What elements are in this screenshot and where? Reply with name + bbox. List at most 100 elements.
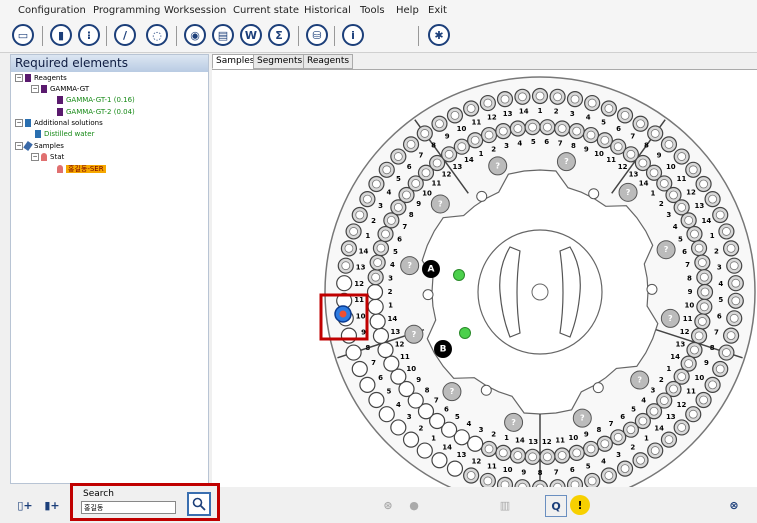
tree-node-gamma-gt-2[interactable]: GAMMA-GT-2 (0.04): [57, 108, 135, 117]
inner-tube-position[interactable]: [377, 341, 394, 359]
collapse-icon[interactable]: −: [15, 142, 23, 150]
outer-position-number: 3: [378, 202, 383, 210]
outer-position-number: 13: [695, 202, 705, 210]
outer-position-number: 14: [702, 217, 712, 225]
collapse-icon[interactable]: −: [31, 153, 39, 161]
sample-rack-icon[interactable]: ⁝: [78, 24, 100, 46]
menu-programming[interactable]: Programming: [93, 5, 160, 16]
rotor-reset-icon[interactable]: ⊛: [378, 495, 398, 515]
outer-position-number: 6: [407, 163, 412, 171]
outer-position-number: 13: [356, 264, 366, 272]
collapse-icon[interactable]: −: [15, 119, 23, 127]
outer-tube-position[interactable]: [340, 327, 358, 344]
collapse-icon[interactable]: −: [15, 74, 23, 82]
collapse-icon[interactable]: −: [31, 85, 39, 93]
search-icon[interactable]: [187, 492, 211, 516]
outer-position-number: 2: [630, 443, 635, 451]
inner-tube-position[interactable]: [372, 327, 390, 344]
rotor-icon[interactable]: ◌: [146, 24, 168, 46]
reagent-bottle-icon[interactable]: ▮: [50, 24, 72, 46]
tree-node-samples[interactable]: − Samples: [15, 141, 64, 151]
menu-help[interactable]: Help: [396, 5, 419, 16]
add-reagent-icon[interactable]: ▯+: [15, 495, 35, 515]
tube-cap: [604, 471, 614, 480]
outer-tube-position[interactable]: [345, 344, 362, 361]
tube-cap: [690, 345, 699, 355]
outer-position-number: 11: [677, 175, 687, 183]
menu-tools[interactable]: Tools: [360, 5, 385, 16]
inner-position-number: 14: [515, 437, 525, 445]
outer-tube-position[interactable]: [351, 360, 368, 378]
add-solution-icon[interactable]: ▮+: [42, 495, 62, 515]
outer-tube-position[interactable]: [390, 419, 407, 436]
tab-segments[interactable]: Segments: [253, 54, 307, 69]
marker-b-label: B: [440, 345, 447, 355]
info-icon[interactable]: i: [342, 24, 364, 46]
inner-position-number: 4: [390, 261, 395, 269]
inner-position-number: 5: [631, 405, 636, 413]
outer-position-number: 11: [686, 388, 696, 396]
outer-tube-position[interactable]: [378, 406, 395, 423]
w-results-icon[interactable]: W: [240, 24, 262, 46]
inner-position-number: 1: [504, 434, 509, 442]
inner-position-number: 12: [680, 328, 690, 336]
tube-cap: [483, 98, 493, 108]
rotor-dot: [588, 188, 600, 200]
inner-tube-position[interactable]: [366, 283, 384, 301]
menu-exit[interactable]: Exit: [428, 5, 447, 16]
tube-cap: [570, 94, 580, 104]
outer-tube-position[interactable]: [336, 275, 353, 292]
calibration-icon[interactable]: /: [114, 24, 136, 46]
star-icon[interactable]: ✱: [428, 24, 450, 46]
outer-tube-position[interactable]: [359, 376, 376, 393]
tube-cap: [444, 149, 454, 159]
barcode-icon[interactable]: ▥: [495, 495, 515, 515]
outer-position-number: 10: [503, 466, 513, 474]
tree-node-stat[interactable]: − Stat: [31, 153, 64, 162]
sigma-icon[interactable]: Σ: [268, 24, 290, 46]
outer-tube-position[interactable]: [402, 431, 420, 448]
tree-node-additional-solutions[interactable]: − Additional solutions: [15, 119, 103, 128]
inner-position-number: 8: [425, 387, 430, 395]
outer-tube-position[interactable]: [368, 391, 385, 409]
tree-node-distilled-water[interactable]: Distilled water: [35, 130, 94, 139]
tube-cap: [587, 98, 597, 108]
report-icon[interactable]: ▤: [212, 24, 234, 46]
tube-cap: [684, 359, 694, 368]
menu-worksession[interactable]: Worksession: [164, 5, 226, 16]
tab-samples[interactable]: Samples: [212, 54, 259, 69]
inner-position-number: 4: [517, 139, 522, 147]
menu-configuration[interactable]: Configuration: [18, 5, 86, 16]
inner-tube-position[interactable]: [367, 298, 384, 315]
inner-position-number: 14: [388, 315, 398, 323]
eye-icon[interactable]: ◉: [184, 24, 206, 46]
inner-tube-position[interactable]: [383, 355, 400, 372]
tube-cap: [344, 243, 354, 253]
outer-tube-position[interactable]: [416, 442, 433, 459]
patient-icon: [57, 165, 63, 173]
tube-cap: [638, 416, 648, 426]
outer-tube-position[interactable]: [431, 452, 448, 469]
unknown-icon: ?: [412, 330, 417, 339]
tree-node-gamma-gt[interactable]: − GAMMA-GT: [31, 85, 89, 94]
tube-cap: [466, 471, 476, 480]
tree-node-sample-patient[interactable]: 홍길동-SER: [57, 165, 106, 174]
outer-position-number: 14: [519, 108, 529, 116]
warning-icon[interactable]: !: [570, 495, 590, 515]
outer-tube-position[interactable]: [446, 460, 464, 477]
rotor-delete-icon[interactable]: ⊗: [724, 495, 744, 515]
tree-node-reagents[interactable]: − Reagents: [15, 74, 67, 83]
user-icon[interactable]: ●: [404, 495, 424, 515]
inner-position-number: 6: [682, 248, 687, 256]
tree-node-gamma-gt-1[interactable]: GAMMA-GT-1 (0.16): [57, 96, 135, 105]
check-volume-icon[interactable]: Q: [545, 495, 567, 517]
tab-reagents[interactable]: Reagents: [303, 54, 354, 69]
inner-tube-position[interactable]: [467, 435, 484, 452]
menu-current-state[interactable]: Current state: [233, 5, 299, 16]
inner-position-number: 4: [641, 396, 646, 404]
menu-historical[interactable]: Historical: [304, 5, 351, 16]
inner-tube-position[interactable]: [369, 313, 386, 330]
folder-open-icon[interactable]: ▭: [12, 24, 34, 46]
search-input[interactable]: [81, 501, 176, 514]
database-icon[interactable]: ⛁: [306, 24, 328, 46]
